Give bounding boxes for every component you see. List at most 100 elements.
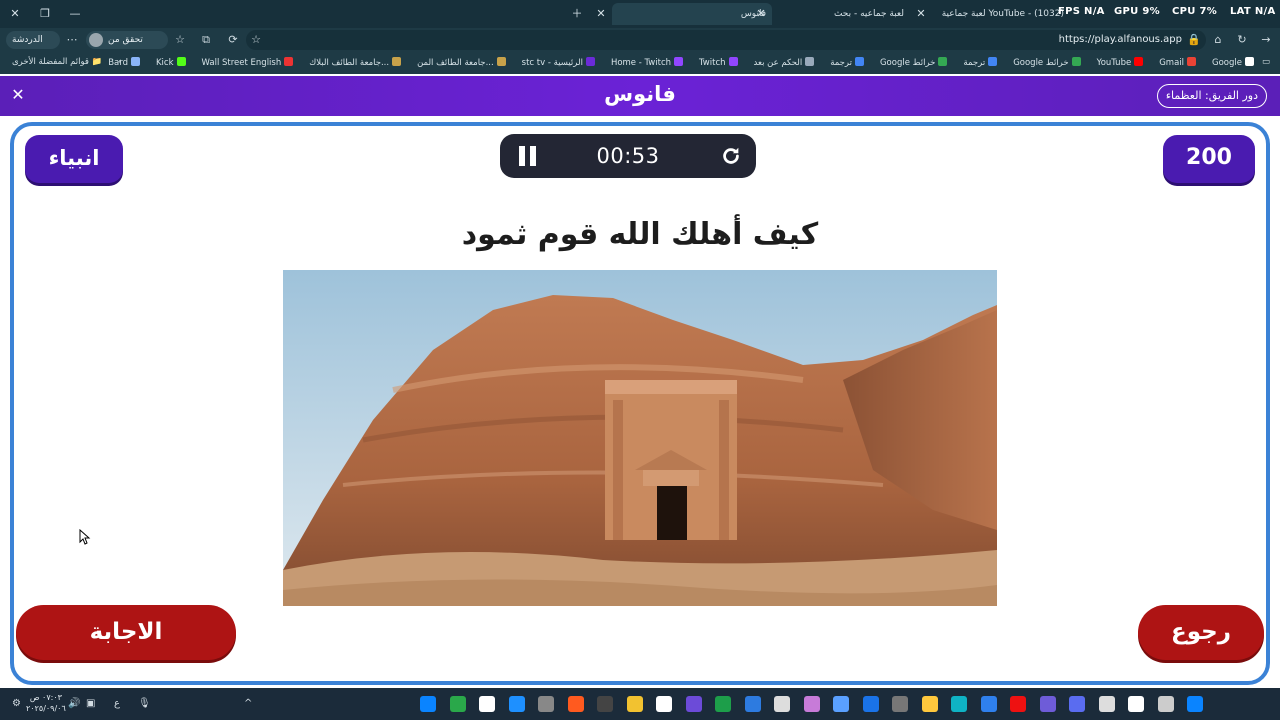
- bookmark-label: Home - Twitch: [610, 58, 672, 68]
- restore-window-icon[interactable]: ❐: [36, 5, 54, 23]
- reload-icon[interactable]: ↻: [1234, 32, 1250, 48]
- url-input[interactable]: ☆ https://play.alfanous.app 🔒: [246, 30, 1206, 50]
- show-hidden-icons[interactable]: ^: [244, 698, 252, 709]
- bookmark-item[interactable]: جامعة الطائف البلاك...: [309, 57, 402, 68]
- close-icon[interactable]: ✕: [8, 85, 28, 105]
- points-badge: 200: [1163, 135, 1255, 183]
- rpi-icon[interactable]: [626, 696, 643, 712]
- tab-close-icon[interactable]: ✕: [912, 5, 930, 23]
- microphone-icon[interactable]: 🎙: [138, 698, 151, 709]
- xampp-icon[interactable]: [656, 696, 672, 712]
- bookmark-favicon-icon: [1187, 57, 1197, 66]
- volume-icon[interactable]: 🔊: [68, 698, 80, 709]
- more-options-icon[interactable]: ⋯: [64, 32, 80, 48]
- cpu-readout: CPU 7%: [1172, 6, 1218, 17]
- new-tab-icon[interactable]: ＋: [568, 5, 586, 23]
- bookmark-item[interactable]: جامعة الطائف المن...: [417, 57, 506, 68]
- tab-youtube[interactable]: YouTube - (1032) لعبة جماعية: [930, 3, 1070, 25]
- other-favorites-folder[interactable]: قوائم المفضلة الأخرى 📁: [12, 57, 102, 67]
- headset-icon[interactable]: [980, 696, 997, 712]
- tab-close-icon[interactable]: ✕: [752, 5, 770, 23]
- chrome-icon[interactable]: [685, 696, 702, 712]
- bookmark-item[interactable]: Google: [1212, 57, 1254, 68]
- storage-icon[interactable]: [479, 696, 495, 712]
- settings-icon[interactable]: [1039, 696, 1056, 712]
- file-explorer-icon[interactable]: [1069, 696, 1085, 712]
- system-clock[interactable]: ٠٧:٠٣ ص ٢٠٢٥/٠٩/٠٦: [26, 692, 66, 714]
- settings-gear-icon[interactable]: ⚙: [12, 698, 21, 709]
- bookmark-item[interactable]: YouTube: [1097, 57, 1144, 68]
- bookmark-label: stc tv - الرئيسية: [521, 58, 583, 68]
- tab-1[interactable]: [90, 3, 240, 25]
- mouse-cursor-icon: [79, 529, 91, 545]
- drop-icon[interactable]: [538, 696, 554, 712]
- bookmark-item[interactable]: Home - Twitch: [610, 57, 684, 68]
- tab-search[interactable]: لعبة جماعيه - بحث: [780, 3, 910, 25]
- category-badge: انبياء: [25, 135, 123, 183]
- extensions-icon[interactable]: ⧉: [198, 32, 214, 48]
- bookmarks-menu-icon[interactable]: ▭: [1262, 57, 1270, 67]
- answer-button[interactable]: الاجابة: [16, 605, 236, 660]
- steam-icon[interactable]: [715, 696, 731, 712]
- back-arrow-icon[interactable]: →: [1258, 32, 1274, 48]
- clock-date: ٢٠٢٥/٠٩/٠٦: [26, 704, 66, 713]
- bookmark-item[interactable]: ترجمة: [963, 57, 998, 68]
- bookmark-favicon-icon: [1071, 57, 1081, 66]
- rog-icon[interactable]: [951, 696, 967, 712]
- fps-readout: FPS N/A: [1058, 6, 1105, 17]
- app-logo: فانوس: [604, 82, 676, 106]
- edge-icon[interactable]: [1098, 696, 1115, 712]
- bookmark-favicon-icon: [585, 57, 595, 66]
- minecraft-icon[interactable]: [803, 696, 820, 712]
- bookmark-item[interactable]: Google خرائط: [879, 57, 948, 68]
- bookmark-item[interactable]: stc tv - الرئيسية: [522, 57, 595, 68]
- add-favorite-icon[interactable]: ☆: [248, 32, 264, 48]
- home-icon[interactable]: ⌂: [1210, 32, 1226, 48]
- address-bar-row: الدردشة ⋯ تحقق من هويتك ☆ ⧉ ⟳ ☆ https://…: [0, 28, 1280, 63]
- bookmark-item[interactable]: Kick: [156, 57, 186, 68]
- kiwi-icon[interactable]: [921, 696, 938, 712]
- bookmark-item[interactable]: Google خرائط: [1013, 57, 1081, 68]
- bluetooth-icon[interactable]: [508, 696, 525, 712]
- onenote-icon[interactable]: [420, 696, 436, 712]
- close-window-icon[interactable]: ✕: [6, 5, 24, 23]
- bookmark-label: Twitch: [699, 58, 726, 68]
- bookmark-item[interactable]: ترجمة: [830, 57, 864, 68]
- discord-icon[interactable]: [1010, 696, 1026, 712]
- tab-title: لعبة جماعيه - بحث: [833, 9, 904, 19]
- input-language[interactable]: ع: [114, 698, 120, 709]
- tab-title: YouTube - (1032) لعبة جماعية: [941, 9, 1064, 19]
- bookmark-item[interactable]: Gmail: [1159, 57, 1197, 68]
- reset-icon[interactable]: [720, 145, 742, 167]
- tab-close-icon[interactable]: ✕: [592, 5, 610, 23]
- copilot-chip[interactable]: الدردشة: [6, 31, 60, 49]
- bookmark-label: YouTube: [1096, 58, 1132, 68]
- bookmark-item[interactable]: Twitch: [699, 57, 738, 68]
- bookmark-label: Google خرائط: [879, 58, 936, 68]
- obs-icon[interactable]: [597, 696, 613, 712]
- tab-active[interactable]: فانوس: [612, 3, 772, 25]
- back-button[interactable]: رجوع: [1138, 605, 1264, 660]
- bookmark-item[interactable]: Wall Street English: [202, 57, 294, 68]
- network-icon[interactable]: ▣: [86, 698, 95, 709]
- minimize-window-icon[interactable]: —: [66, 5, 84, 23]
- whatsapp-icon[interactable]: [1157, 696, 1174, 712]
- bookmark-item[interactable]: الحكم عن بعد: [754, 57, 815, 68]
- store-icon[interactable]: [1128, 696, 1144, 712]
- netflix-icon[interactable]: [1187, 696, 1203, 712]
- bookmark-favicon-icon: [854, 57, 864, 66]
- bookmark-item[interactable]: Bard: [108, 57, 140, 68]
- vscode-icon[interactable]: [833, 696, 849, 712]
- refresh-sync-icon[interactable]: ⟳: [225, 32, 241, 48]
- steelseries-icon[interactable]: [862, 696, 879, 712]
- bookmark-label: جامعة الطائف البلاك...: [309, 58, 390, 68]
- steam-client-icon[interactable]: [892, 696, 908, 712]
- question-text: كيف أهلك الله قوم ثمود: [461, 217, 819, 252]
- app-icon[interactable]: [567, 696, 584, 712]
- favorites-icon[interactable]: ☆: [172, 32, 188, 48]
- twitch-icon[interactable]: [774, 696, 790, 712]
- profile-chip[interactable]: تحقق من هويتك: [86, 31, 168, 63]
- excel-icon[interactable]: [449, 696, 466, 712]
- obs-studio-icon[interactable]: [744, 696, 761, 712]
- lock-icon: 🔒: [1187, 33, 1201, 46]
